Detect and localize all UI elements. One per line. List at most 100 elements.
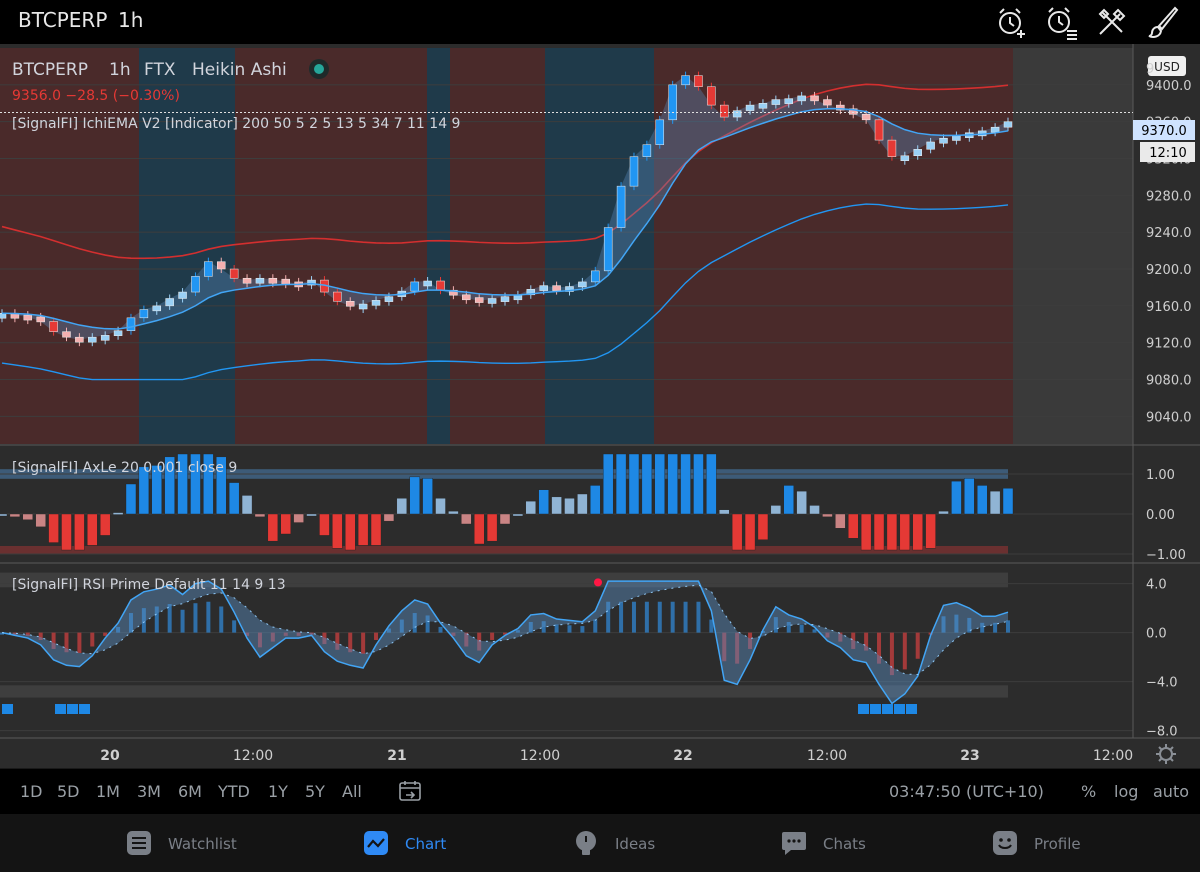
rsi-signal-square-6 [882,704,893,714]
range-1y[interactable]: 1Y [268,782,288,801]
candle-45 [578,281,587,288]
clock-readout[interactable]: 03:47:50 (UTC+10) [889,782,1044,801]
price-tick-3: 9280.0 [1146,189,1192,204]
candle-61 [784,98,793,104]
legend-symbol[interactable]: BTCPERP [12,60,88,80]
candle-19 [242,277,252,284]
rsi-hist-38 [490,632,495,640]
rsi-hist-48 [619,601,624,633]
rsi-tick-1: 0.0 [1146,627,1167,642]
rsi-hist-28 [361,632,366,654]
axle-bar-36 [461,513,472,525]
rsi-hist-7 [90,632,95,647]
session-background-future [1013,48,1133,444]
chart-canvas[interactable]: 1.00 0.00 −1.00 4.0 0.0 −4.0 −8.0 20 12:00 21 12… [0,44,1200,768]
percent-scale-toggle[interactable]: % [1081,782,1096,801]
countdown-label: 12:10 [1149,146,1186,161]
range-5y[interactable]: 5Y [305,782,325,801]
tools-icon[interactable] [1094,4,1130,40]
brush-icon[interactable] [1145,4,1181,40]
symbol-title[interactable]: BTCPERP [18,8,107,32]
axle-bar-6 [74,513,85,551]
legend-indicator-rsi[interactable]: [SignalFI] RSI Prime Default 11 14 9 13 [12,577,286,593]
axle-bar-78 [1002,488,1014,515]
axle-bar-56 [719,509,730,515]
candle-5 [62,331,71,338]
axle-bar-62 [796,490,807,515]
candle-39 [500,296,510,302]
candle-49 [629,156,639,187]
axle-tick-0: 1.00 [1146,468,1175,483]
rsi-signal-square-1 [55,704,66,714]
legend-indicator-axle[interactable]: [SignalFI] AxLe 20 0.001 close 9 [12,460,237,476]
alarm-add-icon[interactable] [993,4,1029,40]
candle-47 [603,227,613,272]
axle-bar-28 [357,513,369,546]
axle-bar-42 [538,489,549,515]
range-ytd[interactable]: YTD [218,782,250,801]
legend-exchange: FTX [144,60,176,80]
live-dot-icon [314,64,324,74]
nav-profile-label: Profile [1034,835,1081,853]
rsi-hist-29 [374,632,379,640]
candle-15 [191,276,200,293]
rsi-signal-square-2 [67,704,78,714]
candle-38 [487,298,497,304]
candle-22 [281,278,290,285]
range-all[interactable]: All [342,782,362,801]
nav-chart[interactable]: Chart [363,814,463,872]
rsi-signal-square-3 [79,704,90,714]
time-label-4: 22 [673,748,692,764]
axle-bar-22 [280,513,291,535]
range-3m[interactable]: 3M [137,782,161,801]
range-1m[interactable]: 1M [96,782,120,801]
nav-ideas[interactable]: Ideas [573,814,673,872]
rsi-hist-16 [206,601,211,633]
nav-watchlist[interactable]: Watchlist [126,814,256,872]
axle-bar-33 [422,478,433,515]
candle-58 [745,104,755,111]
candle-68 [874,119,884,141]
axle-bar-18 [228,482,240,515]
auto-scale-toggle[interactable]: auto [1153,782,1189,801]
candle-60 [771,99,781,105]
rsi-hist-78 [1006,620,1010,633]
range-1d[interactable]: 1D [20,782,43,801]
legend-indicator-ichiema[interactable]: [SignalFI] IchiEMA V2 [Indicator] 200 50… [12,116,460,132]
timeframe-title[interactable]: 1h [118,8,143,32]
candle-6 [75,336,84,343]
axle-bar-61 [783,485,794,515]
candle-50 [642,144,652,157]
axle-bar-52 [667,453,678,515]
axle-bar-21 [267,513,279,542]
candle-2 [23,314,33,321]
axle-bar-65 [835,513,846,529]
candle-16 [204,261,213,277]
rsi-hist-49 [631,601,636,633]
candle-32 [410,281,419,292]
nav-profile[interactable]: Profile [992,814,1092,872]
axle-bar-20 [254,513,266,518]
candle-55 [707,86,716,106]
axle-bar-24 [306,513,317,517]
candle-29 [371,300,381,306]
axle-bar-46 [590,485,601,515]
range-6m[interactable]: 6M [178,782,202,801]
nav-chats[interactable]: Chats [781,814,881,872]
range-5d[interactable]: 5D [57,782,80,801]
bottom-navigation: Watchlist Chart Ideas Chats Profile [0,814,1200,872]
price-partial-top: 9 [1146,62,1154,77]
rsi-signal-square-7 [894,704,905,714]
legend-price: 9356.0 −28.5 (−0.30%) [12,88,180,104]
axle-bar-37 [474,513,485,545]
alarm-list-icon[interactable] [1043,4,1079,40]
go-to-date-icon[interactable] [398,779,422,807]
axle-bar-43 [551,496,562,515]
axle-bar-48 [615,453,627,515]
axle-bar-30 [383,513,395,522]
log-scale-toggle[interactable]: log [1114,782,1138,801]
candle-9 [113,330,123,336]
candle-73 [939,138,948,144]
range-toolbar: 1D 5D 1M 3M 6M YTD 1Y 5Y All 03:47:50 (U… [0,768,1200,815]
axle-bar-59 [757,513,769,540]
